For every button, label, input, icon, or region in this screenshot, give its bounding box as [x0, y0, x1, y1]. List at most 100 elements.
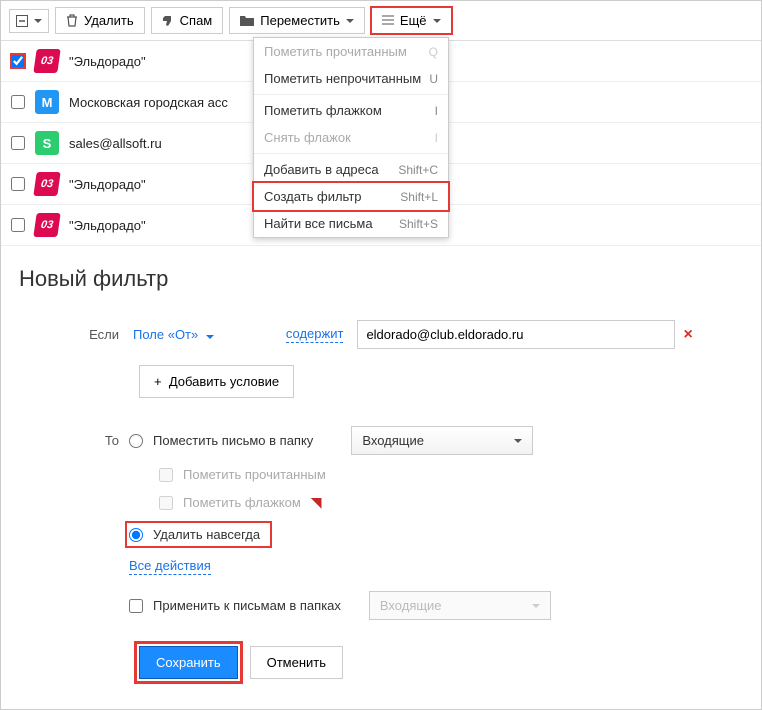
menu-flag[interactable]: Пометить флажком I — [254, 97, 448, 124]
avatar-text: М — [42, 95, 53, 110]
avatar: 03 — [33, 172, 60, 196]
select-all-toggle[interactable] — [9, 9, 49, 33]
sender: "Эльдорадо" — [69, 54, 146, 69]
menu-shortcut: Shift+S — [399, 217, 438, 231]
more-button[interactable]: Ещё — [371, 7, 452, 34]
avatar-text: 03 — [40, 219, 54, 231]
avatar-text: S — [43, 136, 52, 151]
avatar: 03 — [33, 213, 60, 237]
sender: Московская городская асс — [69, 95, 228, 110]
thumbs-down-icon — [162, 15, 174, 27]
mark-read-label: Пометить прочитанным — [183, 467, 326, 482]
menu-label: Пометить непрочитанным — [264, 71, 421, 86]
toolbar: Удалить Спам Переместить Ещё Пометить пр… — [1, 1, 761, 41]
spam-button[interactable]: Спам — [151, 7, 224, 34]
op-selector[interactable]: содержит — [286, 326, 344, 343]
opt-apply-to[interactable]: Применить к письмам в папках Входящие — [79, 591, 743, 620]
button-row: Сохранить Отменить — [139, 646, 743, 679]
menu-label: Снять флажок — [264, 130, 351, 145]
row-checkbox[interactable] — [11, 54, 25, 68]
apply-to-label: Применить к письмам в папках — [153, 598, 341, 613]
chevron-down-icon — [34, 19, 42, 23]
save-button[interactable]: Сохранить — [139, 646, 238, 679]
chevron-down-icon — [514, 439, 522, 443]
row-checkbox[interactable] — [11, 218, 25, 232]
menu-find-all[interactable]: Найти все письма Shift+S — [254, 210, 448, 237]
field-from-label: Поле «От» — [133, 327, 198, 342]
menu-shortcut: Q — [429, 45, 438, 59]
folder-value: Входящие — [362, 433, 424, 448]
check-apply-to[interactable] — [129, 599, 143, 613]
apply-folder-select: Входящие — [369, 591, 551, 620]
field-selector[interactable]: Поле «От» — [133, 327, 214, 342]
avatar: 03 — [33, 49, 60, 73]
actions: То Поместить письмо в папку Входящие Пом… — [79, 426, 743, 620]
radio-to-folder[interactable] — [129, 434, 143, 448]
separator — [254, 94, 448, 95]
radio-delete-forever[interactable] — [129, 528, 143, 542]
folder-icon — [240, 15, 254, 26]
filter-pane: Новый фильтр Если Поле «От» содержит × +… — [1, 246, 761, 709]
menu-shortcut: I — [435, 104, 438, 118]
move-label: Переместить — [260, 13, 340, 28]
square-minus-icon — [16, 15, 28, 27]
plus-icon: + — [154, 374, 162, 389]
apply-folder-value: Входящие — [380, 598, 442, 613]
then-label: То — [79, 433, 119, 448]
if-label: Если — [79, 327, 119, 342]
mark-flag-label: Пометить флажком — [183, 495, 301, 510]
row-checkbox[interactable] — [11, 136, 25, 150]
chevron-down-icon — [346, 19, 354, 23]
opt-mark-read: Пометить прочитанным — [109, 467, 743, 482]
menu-mark-unread[interactable]: Пометить непрочитанным U — [254, 65, 448, 92]
value-input[interactable] — [357, 320, 675, 349]
check-mark-flag — [159, 496, 173, 510]
menu-create-filter[interactable]: Создать фильтр Shift+L — [254, 183, 448, 210]
delete-label: Удалить — [84, 13, 134, 28]
more-label: Ещё — [400, 13, 427, 28]
opt-to-folder[interactable]: То Поместить письмо в папку Входящие — [79, 426, 743, 455]
folder-select[interactable]: Входящие — [351, 426, 533, 455]
opt-delete-forever[interactable]: Удалить навсегда — [79, 523, 743, 546]
sender: sales@allsoft.ru — [69, 136, 162, 151]
separator — [254, 153, 448, 154]
menu-shortcut: Shift+L — [400, 190, 438, 204]
avatar: М — [35, 90, 59, 114]
cancel-button[interactable]: Отменить — [250, 646, 343, 679]
chevron-down-icon — [206, 335, 214, 339]
add-condition-label: Добавить условие — [169, 374, 279, 389]
add-condition-button[interactable]: + Добавить условие — [139, 365, 294, 398]
to-folder-label: Поместить письмо в папку — [153, 433, 313, 448]
avatar-text: 03 — [40, 178, 54, 190]
list-icon — [382, 15, 394, 26]
menu-shortcut: U — [429, 72, 438, 86]
menu-shortcut: I — [435, 131, 438, 145]
page-title: Новый фильтр — [19, 266, 743, 292]
menu-mark-read: Пометить прочитанным Q — [254, 38, 448, 65]
remove-condition-icon[interactable]: × — [683, 326, 692, 344]
spam-label: Спам — [180, 13, 213, 28]
delete-forever-label: Удалить навсегда — [153, 527, 260, 542]
delete-button[interactable]: Удалить — [55, 7, 145, 34]
menu-add-addr[interactable]: Добавить в адреса Shift+C — [254, 156, 448, 183]
flag-icon: ◥ — [311, 494, 322, 511]
opt-mark-flag: Пометить флажком ◥ — [109, 494, 743, 511]
menu-unflag: Снять флажок I — [254, 124, 448, 151]
menu-label: Создать фильтр — [264, 189, 362, 204]
avatar-text: 03 — [40, 55, 54, 67]
menu-label: Пометить флажком — [264, 103, 382, 118]
row-checkbox[interactable] — [11, 177, 25, 191]
sender: "Эльдорадо" — [69, 218, 146, 233]
menu-label: Найти все письма — [264, 216, 373, 231]
opt-all-actions[interactable]: Все действия — [79, 558, 743, 575]
all-actions-link[interactable]: Все действия — [129, 558, 211, 575]
avatar: S — [35, 131, 59, 155]
menu-label: Пометить прочитанным — [264, 44, 407, 59]
chevron-down-icon — [532, 604, 540, 608]
check-mark-read — [159, 468, 173, 482]
row-checkbox[interactable] — [11, 95, 25, 109]
trash-icon — [66, 14, 78, 27]
move-button[interactable]: Переместить — [229, 7, 365, 34]
chevron-down-icon — [433, 19, 441, 23]
more-menu: Пометить прочитанным Q Пометить непрочит… — [253, 37, 449, 238]
